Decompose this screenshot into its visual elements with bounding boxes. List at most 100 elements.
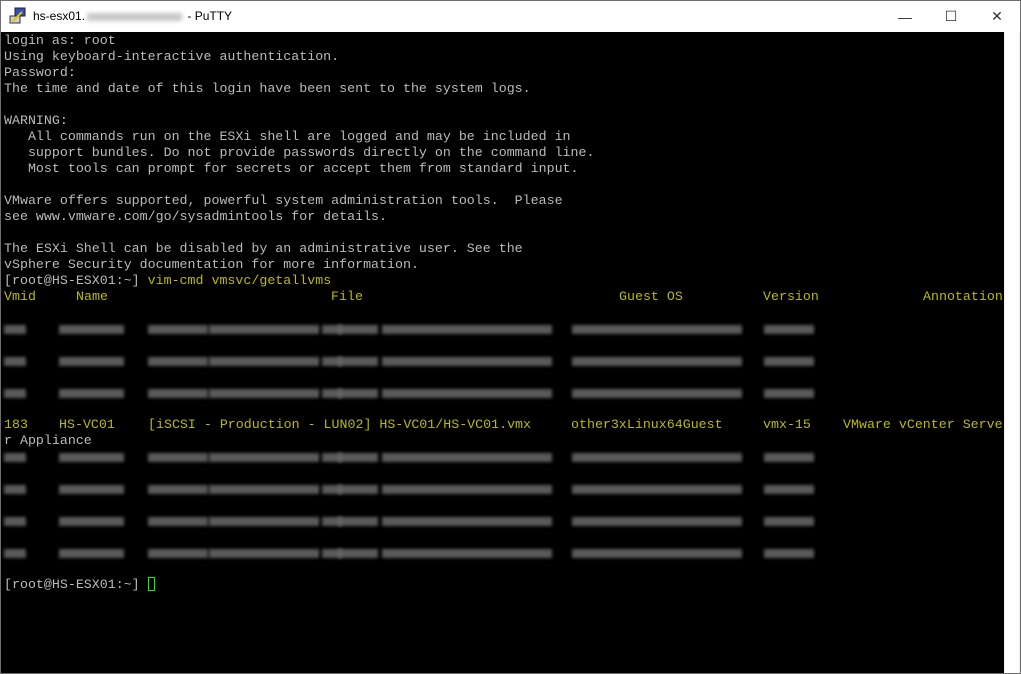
vm-row-wrap: r Appliance bbox=[4, 433, 92, 448]
redacted-text bbox=[4, 485, 26, 494]
terminal-output[interactable]: login as: root Using keyboard-interactive… bbox=[1, 32, 1004, 673]
vm-vmid: 183 bbox=[4, 417, 28, 432]
redacted-text bbox=[338, 357, 378, 366]
redacted-text bbox=[764, 517, 814, 526]
redacted-text bbox=[572, 517, 742, 526]
redacted-text bbox=[148, 325, 208, 334]
redacted-text bbox=[338, 325, 378, 334]
final-prompt-line: [root@HS-ESX01:~] bbox=[4, 577, 155, 593]
redacted-text bbox=[59, 453, 124, 462]
redacted-text bbox=[209, 485, 319, 494]
redacted-text bbox=[338, 453, 378, 462]
redacted-text bbox=[59, 325, 124, 334]
redacted-text bbox=[382, 485, 552, 494]
redacted-vm-row bbox=[4, 353, 1004, 369]
redacted-vm-row bbox=[4, 321, 1004, 337]
header-guest-os: Guest OS bbox=[619, 289, 683, 304]
terminal-line: The time and date of this login have bee… bbox=[4, 81, 531, 96]
terminal-line: Most tools can prompt for secrets or acc… bbox=[4, 161, 579, 176]
terminal-line: Password: bbox=[4, 65, 76, 80]
table-header: Vmid Name File Guest OS Version Annotation bbox=[4, 289, 1004, 305]
close-button[interactable]: ✕ bbox=[974, 1, 1020, 32]
redacted-text bbox=[382, 357, 552, 366]
redacted-vm-row bbox=[4, 481, 1004, 497]
title-app: - PuTTY bbox=[184, 9, 233, 23]
redacted-text bbox=[4, 549, 26, 558]
redacted-text bbox=[148, 517, 208, 526]
header-file: File bbox=[331, 289, 363, 304]
redacted-text bbox=[572, 485, 742, 494]
redacted-text bbox=[4, 453, 26, 462]
redacted-text bbox=[572, 325, 742, 334]
terminal-line: WARNING: bbox=[4, 113, 68, 128]
terminal-line: Using keyboard-interactive authenticatio… bbox=[4, 49, 340, 64]
terminal-line: VMware offers supported, powerful system… bbox=[4, 193, 563, 208]
redacted-text bbox=[764, 549, 814, 558]
redacted-text bbox=[4, 389, 26, 398]
redacted-text bbox=[382, 325, 552, 334]
shell-prompt: [root@HS-ESX01:~] bbox=[4, 273, 140, 288]
terminal-line: see www.vmware.com/go/sysadmintools for … bbox=[4, 209, 388, 224]
redacted-text bbox=[209, 325, 319, 334]
redacted-text bbox=[338, 549, 378, 558]
header-name: Name bbox=[76, 289, 108, 304]
redacted-text bbox=[209, 549, 319, 558]
redacted-text bbox=[59, 485, 124, 494]
redacted-text bbox=[572, 453, 742, 462]
redacted-text bbox=[338, 485, 378, 494]
header-version: Version bbox=[763, 289, 819, 304]
redacted-text bbox=[764, 389, 814, 398]
redacted-text bbox=[148, 453, 208, 462]
final-prompt: [root@HS-ESX01:~] bbox=[4, 577, 140, 592]
redacted-text bbox=[764, 325, 814, 334]
terminal-line: support bundles. Do not provide password… bbox=[4, 145, 595, 160]
redacted-text bbox=[382, 549, 552, 558]
redacted-text bbox=[148, 549, 208, 558]
redacted-text bbox=[148, 485, 208, 494]
redacted-text bbox=[4, 517, 26, 526]
title-host: hs-esx01. bbox=[33, 9, 86, 23]
scrollbar-thumb[interactable] bbox=[1005, 32, 1019, 673]
putty-icon bbox=[9, 7, 26, 24]
redacted-vm-row bbox=[4, 513, 1004, 529]
redacted-text bbox=[572, 357, 742, 366]
vm-version: vmx-15 bbox=[763, 417, 811, 432]
redacted-text bbox=[4, 357, 26, 366]
maximize-button[interactable]: ☐ bbox=[928, 1, 974, 32]
redacted-vm-row bbox=[4, 545, 1004, 561]
redacted-text bbox=[209, 389, 319, 398]
cursor bbox=[147, 577, 155, 591]
vm-name: HS-VC01 bbox=[59, 417, 115, 432]
scrollbar[interactable] bbox=[1004, 32, 1020, 673]
redacted-text bbox=[148, 357, 208, 366]
redacted-text bbox=[209, 517, 319, 526]
redacted-text bbox=[338, 517, 378, 526]
redacted-vm-row bbox=[4, 385, 1004, 401]
vm-annotation: VMware vCenter Serve bbox=[843, 417, 1003, 432]
redacted-text bbox=[209, 357, 319, 366]
redacted-text bbox=[764, 453, 814, 462]
terminal-line: login as: root bbox=[4, 33, 116, 48]
command-line: [root@HS-ESX01:~] vim-cmd vmsvc/getallvm… bbox=[4, 273, 331, 289]
redacted-text bbox=[59, 517, 124, 526]
terminal-line: vSphere Security documentation for more … bbox=[4, 257, 419, 272]
redacted-text bbox=[148, 389, 208, 398]
command-text: vim-cmd vmsvc/getallvms bbox=[147, 273, 332, 288]
redacted-text bbox=[59, 549, 124, 558]
redacted-text bbox=[764, 357, 814, 366]
redacted-text bbox=[382, 389, 552, 398]
terminal-line: All commands run on the ESXi shell are l… bbox=[4, 129, 571, 144]
redacted-domain bbox=[87, 12, 183, 21]
redacted-text bbox=[382, 453, 552, 462]
window-title: hs-esx01. - PuTTY bbox=[33, 9, 232, 23]
header-vmid: Vmid bbox=[4, 289, 36, 304]
header-annotation: Annotation bbox=[923, 289, 1003, 304]
redacted-text bbox=[209, 453, 319, 462]
title-bar[interactable]: hs-esx01. - PuTTY — ☐ ✕ bbox=[1, 1, 1020, 32]
putty-window: hs-esx01. - PuTTY — ☐ ✕ login as: root Us… bbox=[0, 0, 1021, 674]
vm-row: 183 HS-VC01 [iSCSI - Production - LUN02] H… bbox=[4, 417, 1004, 433]
redacted-text bbox=[382, 517, 552, 526]
vm-file: [iSCSI - Production - LUN02] HS-VC01/HS-… bbox=[148, 417, 532, 432]
minimize-button[interactable]: — bbox=[882, 1, 928, 32]
redacted-text bbox=[4, 325, 26, 334]
